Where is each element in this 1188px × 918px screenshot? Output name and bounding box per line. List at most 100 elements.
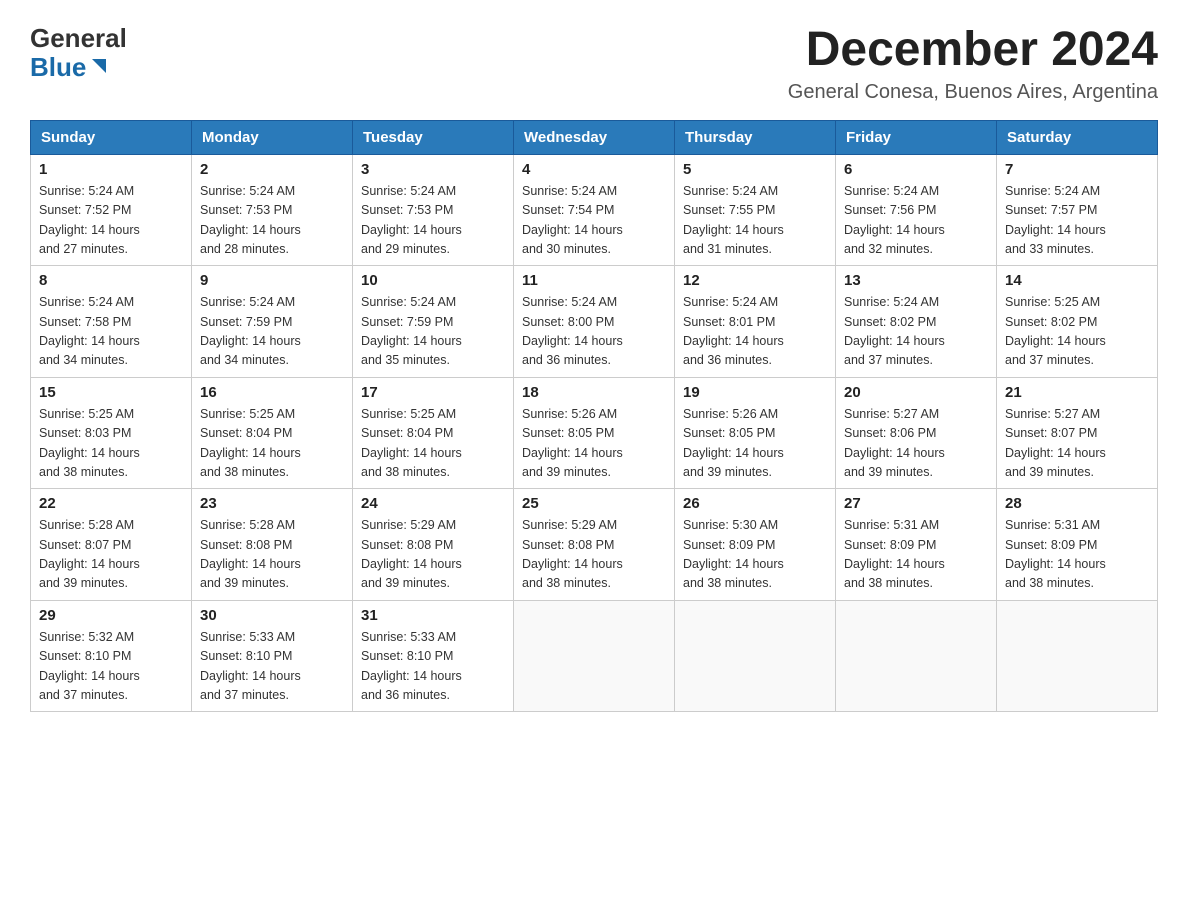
calendar-cell: 11 Sunrise: 5:24 AMSunset: 8:00 PMDayligh… [514, 266, 675, 378]
calendar-cell: 24 Sunrise: 5:29 AMSunset: 8:08 PMDayligh… [353, 489, 514, 601]
day-info: Sunrise: 5:24 AMSunset: 7:57 PMDaylight:… [1005, 182, 1149, 260]
day-of-week-header-thursday: Thursday [675, 120, 836, 154]
calendar-cell: 19Sunrise: 5:26 AMSunset: 8:05 PMDayligh… [675, 377, 836, 489]
day-info: Sunrise: 5:27 AMSunset: 8:07 PMDaylight:… [1005, 405, 1149, 483]
calendar-cell: 26 Sunrise: 5:30 AMSunset: 8:09 PMDayligh… [675, 489, 836, 601]
day-number: 17 [361, 384, 505, 401]
day-number: 23 [200, 495, 344, 512]
calendar-cell: 17 Sunrise: 5:25 AMSunset: 8:04 PMDayligh… [353, 377, 514, 489]
day-number: 4 [522, 161, 666, 178]
calendar-cell: 16 Sunrise: 5:25 AMSunset: 8:04 PMDayligh… [192, 377, 353, 489]
day-number: 14 [1005, 272, 1149, 289]
day-info: Sunrise: 5:25 AMSunset: 8:04 PMDaylight:… [361, 405, 505, 483]
day-info: Sunrise: 5:27 AMSunset: 8:06 PMDaylight:… [844, 405, 988, 483]
day-number: 19 [683, 384, 827, 401]
calendar-cell: 6Sunrise: 5:24 AMSunset: 7:56 PMDaylight… [836, 154, 997, 266]
day-number: 21 [1005, 384, 1149, 401]
day-of-week-header-sunday: Sunday [31, 120, 192, 154]
calendar-cell: 27 Sunrise: 5:31 AMSunset: 8:09 PMDayligh… [836, 489, 997, 601]
logo-general: General [30, 24, 127, 53]
day-number: 16 [200, 384, 344, 401]
calendar-cell: 30 Sunrise: 5:33 AMSunset: 8:10 PMDayligh… [192, 600, 353, 712]
day-number: 12 [683, 272, 827, 289]
day-number: 13 [844, 272, 988, 289]
calendar-week-row: 22Sunrise: 5:28 AMSunset: 8:07 PMDayligh… [31, 489, 1158, 601]
day-number: 29 [39, 607, 183, 624]
day-number: 30 [200, 607, 344, 624]
day-info: Sunrise: 5:25 AMSunset: 8:02 PMDaylight:… [1005, 293, 1149, 371]
day-number: 5 [683, 161, 827, 178]
day-info: Sunrise: 5:24 AMSunset: 7:53 PMDaylight:… [361, 182, 505, 260]
day-number: 25 [522, 495, 666, 512]
calendar-cell: 29 Sunrise: 5:32 AMSunset: 8:10 PMDayligh… [31, 600, 192, 712]
calendar-week-row: 29 Sunrise: 5:32 AMSunset: 8:10 PMDayligh… [31, 600, 1158, 712]
day-number: 3 [361, 161, 505, 178]
day-number: 20 [844, 384, 988, 401]
calendar-cell: 1 Sunrise: 5:24 AMSunset: 7:52 PMDaylight… [31, 154, 192, 266]
day-info: Sunrise: 5:30 AMSunset: 8:09 PMDaylight:… [683, 516, 827, 594]
day-number: 28 [1005, 495, 1149, 512]
calendar-cell: 2 Sunrise: 5:24 AMSunset: 7:53 PMDaylight… [192, 154, 353, 266]
day-info: Sunrise: 5:26 AMSunset: 8:05 PMDaylight:… [522, 405, 666, 483]
day-info: Sunrise: 5:29 AMSunset: 8:08 PMDaylight:… [522, 516, 666, 594]
day-number: 8 [39, 272, 183, 289]
logo-blue: Blue [30, 53, 86, 82]
day-number: 1 [39, 161, 183, 178]
day-number: 26 [683, 495, 827, 512]
calendar-cell: 3 Sunrise: 5:24 AMSunset: 7:53 PMDaylight… [353, 154, 514, 266]
location-subtitle: General Conesa, Buenos Aires, Argentina [788, 81, 1158, 104]
day-number: 2 [200, 161, 344, 178]
day-info: Sunrise: 5:33 AMSunset: 8:10 PMDaylight:… [361, 628, 505, 706]
calendar-table: SundayMondayTuesdayWednesdayThursdayFrid… [30, 120, 1158, 713]
calendar-cell: 8 Sunrise: 5:24 AMSunset: 7:58 PMDaylight… [31, 266, 192, 378]
calendar-cell: 13 Sunrise: 5:24 AMSunset: 8:02 PMDayligh… [836, 266, 997, 378]
calendar-cell [997, 600, 1158, 712]
day-info: Sunrise: 5:32 AMSunset: 8:10 PMDaylight:… [39, 628, 183, 706]
day-number: 7 [1005, 161, 1149, 178]
day-info: Sunrise: 5:33 AMSunset: 8:10 PMDaylight:… [200, 628, 344, 706]
day-info: Sunrise: 5:29 AMSunset: 8:08 PMDaylight:… [361, 516, 505, 594]
day-info: Sunrise: 5:24 AMSunset: 7:55 PMDaylight:… [683, 182, 827, 260]
day-number: 27 [844, 495, 988, 512]
day-of-week-header-saturday: Saturday [997, 120, 1158, 154]
day-number: 11 [522, 272, 666, 289]
day-info: Sunrise: 5:31 AMSunset: 8:09 PMDaylight:… [844, 516, 988, 594]
calendar-cell: 4Sunrise: 5:24 AMSunset: 7:54 PMDaylight… [514, 154, 675, 266]
day-number: 31 [361, 607, 505, 624]
day-of-week-header-friday: Friday [836, 120, 997, 154]
day-info: Sunrise: 5:25 AMSunset: 8:04 PMDaylight:… [200, 405, 344, 483]
calendar-cell: 20 Sunrise: 5:27 AMSunset: 8:06 PMDayligh… [836, 377, 997, 489]
day-info: Sunrise: 5:24 AMSunset: 7:59 PMDaylight:… [200, 293, 344, 371]
title-block: December 2024 General Conesa, Buenos Air… [788, 24, 1158, 104]
calendar-cell: 28 Sunrise: 5:31 AMSunset: 8:09 PMDayligh… [997, 489, 1158, 601]
calendar-cell: 25 Sunrise: 5:29 AMSunset: 8:08 PMDayligh… [514, 489, 675, 601]
calendar-cell: 31 Sunrise: 5:33 AMSunset: 8:10 PMDayligh… [353, 600, 514, 712]
calendar-cell: 18 Sunrise: 5:26 AMSunset: 8:05 PMDayligh… [514, 377, 675, 489]
day-info: Sunrise: 5:24 AMSunset: 7:59 PMDaylight:… [361, 293, 505, 371]
day-of-week-header-monday: Monday [192, 120, 353, 154]
calendar-cell: 15Sunrise: 5:25 AMSunset: 8:03 PMDayligh… [31, 377, 192, 489]
logo-triangle-icon [88, 55, 110, 77]
calendar-header-row: SundayMondayTuesdayWednesdayThursdayFrid… [31, 120, 1158, 154]
calendar-cell: 7 Sunrise: 5:24 AMSunset: 7:57 PMDaylight… [997, 154, 1158, 266]
day-number: 18 [522, 384, 666, 401]
logo: General Blue [30, 24, 127, 81]
calendar-cell: 21 Sunrise: 5:27 AMSunset: 8:07 PMDayligh… [997, 377, 1158, 489]
day-info: Sunrise: 5:24 AMSunset: 7:58 PMDaylight:… [39, 293, 183, 371]
page-header: General Blue December 2024 General Cones… [30, 24, 1158, 104]
day-number: 10 [361, 272, 505, 289]
day-info: Sunrise: 5:24 AMSunset: 7:52 PMDaylight:… [39, 182, 183, 260]
day-of-week-header-wednesday: Wednesday [514, 120, 675, 154]
day-info: Sunrise: 5:25 AMSunset: 8:03 PMDaylight:… [39, 405, 183, 483]
month-year-title: December 2024 [788, 24, 1158, 77]
day-info: Sunrise: 5:31 AMSunset: 8:09 PMDaylight:… [1005, 516, 1149, 594]
day-number: 24 [361, 495, 505, 512]
calendar-cell [675, 600, 836, 712]
day-info: Sunrise: 5:24 AMSunset: 8:00 PMDaylight:… [522, 293, 666, 371]
day-info: Sunrise: 5:24 AMSunset: 7:56 PMDaylight:… [844, 182, 988, 260]
calendar-cell: 5 Sunrise: 5:24 AMSunset: 7:55 PMDaylight… [675, 154, 836, 266]
day-number: 9 [200, 272, 344, 289]
day-info: Sunrise: 5:24 AMSunset: 8:02 PMDaylight:… [844, 293, 988, 371]
day-info: Sunrise: 5:24 AMSunset: 7:53 PMDaylight:… [200, 182, 344, 260]
calendar-cell: 10 Sunrise: 5:24 AMSunset: 7:59 PMDayligh… [353, 266, 514, 378]
